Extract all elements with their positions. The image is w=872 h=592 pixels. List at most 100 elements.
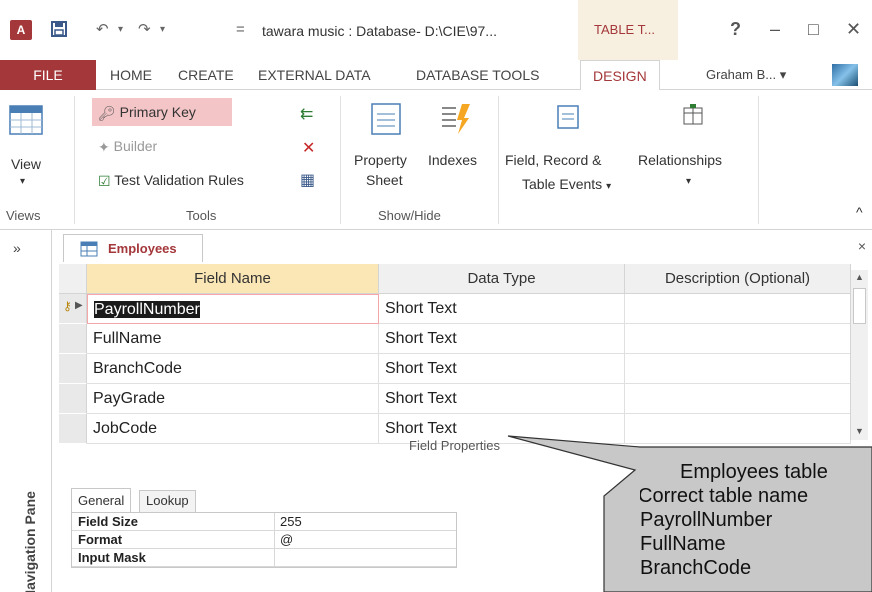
- indexes-icon[interactable]: [438, 102, 472, 139]
- data-type-cell[interactable]: Short Text: [379, 384, 625, 414]
- view-button[interactable]: [6, 104, 46, 136]
- row-selector[interactable]: [59, 324, 87, 354]
- events-button-line2[interactable]: Table Events ▾: [522, 176, 611, 192]
- property-value[interactable]: 255: [280, 514, 302, 529]
- data-type-cell[interactable]: Short Text: [379, 354, 625, 384]
- test-validation-rules-button[interactable]: ☑︎ Test Validation Rules: [98, 172, 244, 190]
- property-name: Field Size: [78, 514, 138, 529]
- callout-line: Correct table name: [640, 485, 809, 507]
- field-name-cell[interactable]: JobCode: [87, 414, 379, 444]
- view-dropdown-icon[interactable]: ▾: [20, 176, 25, 187]
- data-type-cell[interactable]: Short Text: [379, 294, 625, 324]
- scrollbar-thumb[interactable]: [853, 288, 866, 324]
- field-name-cell[interactable]: PayrollNumber: [87, 294, 379, 324]
- field-name-cell[interactable]: BranchCode: [87, 354, 379, 384]
- property-row[interactable]: Input Mask: [72, 549, 456, 567]
- property-name: Input Mask: [78, 550, 146, 565]
- property-row[interactable]: Format @: [72, 531, 456, 549]
- tab-database-tools[interactable]: DATABASE TOOLS: [416, 60, 539, 90]
- row-selector[interactable]: [59, 414, 87, 444]
- scroll-up-icon[interactable]: ▲: [855, 272, 864, 282]
- close-window-icon[interactable]: ✕: [846, 18, 861, 40]
- data-type-cell[interactable]: Short Text: [379, 324, 625, 354]
- tab-design[interactable]: DESIGN: [580, 60, 660, 91]
- row-selector[interactable]: [59, 354, 87, 384]
- maximize-icon[interactable]: □: [808, 18, 819, 40]
- wand-icon: ✦: [98, 138, 110, 155]
- property-name: Format: [78, 532, 123, 547]
- relationships-dropdown-icon[interactable]: ▾: [686, 176, 691, 187]
- callout-text: Employees table Correct table name Payro…: [640, 460, 872, 592]
- undo-icon[interactable]: ↶: [96, 20, 109, 40]
- current-row-icon: ▶: [75, 300, 83, 311]
- column-header-field-name[interactable]: Field Name: [87, 264, 379, 294]
- events-dropdown-icon[interactable]: ▾: [606, 181, 611, 192]
- ribbon-divider: [758, 96, 759, 224]
- view-button-label[interactable]: View: [6, 156, 46, 172]
- property-row[interactable]: Field Size 255: [72, 513, 456, 531]
- document-tab-employees[interactable]: Employees: [63, 234, 203, 262]
- description-cell[interactable]: [625, 294, 851, 324]
- help-icon[interactable]: ?: [730, 18, 741, 40]
- window-title: tawara music : Database- D:\CIE\97...: [262, 23, 497, 39]
- tab-external-data[interactable]: EXTERNAL DATA: [258, 60, 371, 90]
- row-selector[interactable]: [59, 384, 87, 414]
- property-sheet-button[interactable]: Property: [354, 152, 407, 168]
- primary-key-icon: ⚷: [63, 299, 72, 313]
- tab-general[interactable]: General: [71, 488, 132, 512]
- field-name-text: PayrollNumber: [94, 301, 200, 318]
- tab-create[interactable]: CREATE: [178, 60, 234, 90]
- customize-qat-icon[interactable]: =: [236, 20, 245, 40]
- property-value[interactable]: @: [280, 532, 293, 547]
- events-button[interactable]: Field, Record &: [505, 152, 601, 168]
- expand-nav-icon[interactable]: »: [13, 240, 21, 256]
- user-name[interactable]: Graham B... ▾: [706, 60, 786, 90]
- save-icon[interactable]: [50, 20, 68, 44]
- undo-dropdown-icon[interactable]: ▾: [118, 20, 123, 40]
- scroll-down-icon[interactable]: ▼: [855, 426, 864, 436]
- property-sheet-button-line2[interactable]: Sheet: [366, 172, 403, 188]
- description-cell[interactable]: [625, 324, 851, 354]
- table-events-icon[interactable]: [556, 104, 580, 133]
- modify-lookups-icon[interactable]: ▦: [300, 170, 315, 190]
- minimize-icon[interactable]: –: [770, 18, 780, 40]
- tab-lookup[interactable]: Lookup: [139, 490, 196, 512]
- description-cell[interactable]: [625, 384, 851, 414]
- column-header-description[interactable]: Description (Optional): [625, 264, 851, 294]
- tab-file[interactable]: FILE: [0, 60, 96, 90]
- redo-icon[interactable]: ↷: [138, 20, 151, 40]
- field-properties-table: Field Size 255 Format @ Input Mask: [71, 512, 457, 568]
- close-document-icon[interactable]: ×: [858, 238, 866, 254]
- context-tab-label: TABLE T...: [594, 22, 655, 37]
- tab-home[interactable]: HOME: [110, 60, 152, 90]
- primary-key-button[interactable]: 🔑︎ Primary Key: [92, 98, 232, 126]
- indexes-button[interactable]: Indexes: [428, 152, 477, 168]
- avatar[interactable]: [832, 64, 858, 86]
- user-dropdown-icon[interactable]: ▾: [780, 67, 787, 82]
- description-cell[interactable]: [625, 414, 851, 444]
- title-bar: A ↶ ▾ ↷ ▾ = tawara music : Database- D:\…: [0, 0, 872, 60]
- redo-dropdown-icon[interactable]: ▾: [160, 20, 165, 40]
- column-header-data-type[interactable]: Data Type: [379, 264, 625, 294]
- ribbon-divider: [498, 96, 499, 224]
- field-name-cell[interactable]: FullName: [87, 324, 379, 354]
- ribbon: View ▾ Views 🔑︎ Primary Key ✦ Builder ☑︎…: [0, 90, 872, 230]
- column-divider: [274, 531, 275, 549]
- relationships-button[interactable]: Relationships: [638, 152, 722, 168]
- callout-line: FullName: [640, 533, 726, 555]
- description-cell[interactable]: [625, 354, 851, 384]
- column-divider: [274, 549, 275, 567]
- test-validation-label: Test Validation Rules: [114, 172, 244, 188]
- vertical-scrollbar[interactable]: ▲ ▼: [850, 270, 868, 440]
- collapse-ribbon-icon[interactable]: ^: [856, 204, 863, 220]
- delete-rows-icon[interactable]: ✕: [302, 138, 315, 158]
- builder-button[interactable]: ✦ Builder: [98, 138, 157, 156]
- property-sheet-icon[interactable]: [370, 102, 402, 139]
- navigation-pane-label[interactable]: Navigation Pane: [22, 491, 38, 592]
- select-all-cell[interactable]: [59, 264, 87, 294]
- document-tab-label: Employees: [108, 241, 177, 256]
- relationships-icon[interactable]: [682, 104, 704, 129]
- field-name-cell[interactable]: PayGrade: [87, 384, 379, 414]
- insert-rows-icon[interactable]: ⇇: [300, 104, 313, 124]
- row-selector[interactable]: ⚷ ▶: [59, 294, 87, 324]
